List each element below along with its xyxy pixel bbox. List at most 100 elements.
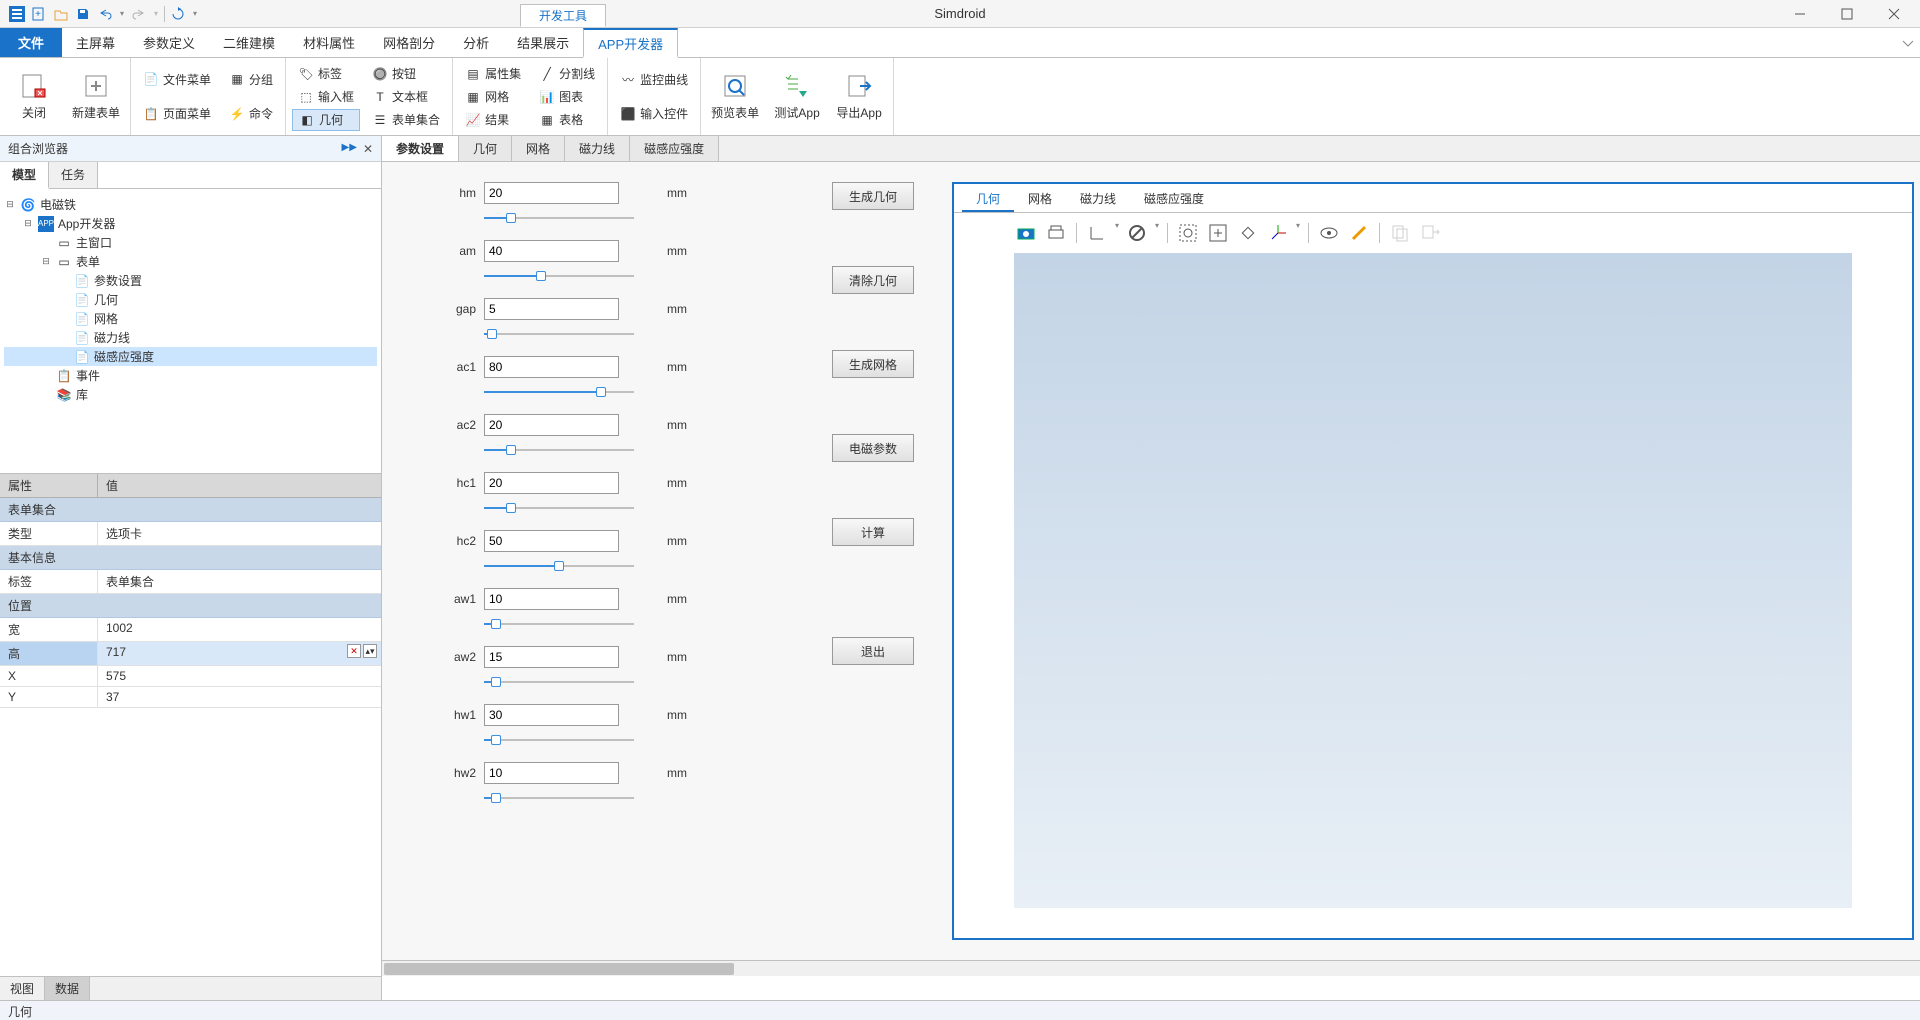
- grid-button[interactable]: ▦网格: [459, 86, 527, 108]
- param-slider-hc2[interactable]: [484, 558, 634, 574]
- textbox-button[interactable]: T文本框: [366, 86, 446, 108]
- param-input-hw2[interactable]: [484, 762, 619, 784]
- compute-button[interactable]: 计算: [832, 518, 914, 546]
- page-menu-button[interactable]: 📋页面菜单: [137, 103, 217, 125]
- rotate-icon[interactable]: [1236, 221, 1260, 245]
- menu-mesh[interactable]: 网格剖分: [369, 28, 449, 57]
- param-input-aw1[interactable]: [484, 588, 619, 610]
- file-menu-button[interactable]: 📄文件菜单: [137, 68, 217, 90]
- ribbon-collapse-icon[interactable]: [1896, 28, 1920, 57]
- doctab-bfield[interactable]: 磁感应强度: [630, 136, 719, 161]
- param-slider-hw2[interactable]: [484, 790, 634, 806]
- save-icon[interactable]: [74, 5, 92, 23]
- fit-icon[interactable]: [1206, 221, 1230, 245]
- propset-button[interactable]: ▤属性集: [459, 63, 527, 85]
- paste-icon[interactable]: [1418, 221, 1442, 245]
- cmd-button[interactable]: ⚡命令: [223, 103, 279, 125]
- tab-model[interactable]: 模型: [0, 162, 49, 189]
- pv-tab-bfield[interactable]: 磁感应强度: [1130, 187, 1218, 212]
- menu-paramdef[interactable]: 参数定义: [129, 28, 209, 57]
- monitor-curve-button[interactable]: 〰监控曲线: [614, 68, 694, 90]
- menu-results[interactable]: 结果展示: [503, 28, 583, 57]
- undo-icon[interactable]: [96, 5, 114, 23]
- splitline-button[interactable]: ╱分割线: [533, 63, 601, 85]
- coord-icon[interactable]: [1266, 221, 1290, 245]
- preview-canvas[interactable]: [1014, 253, 1852, 908]
- stepper-icon[interactable]: ▴▾: [363, 644, 377, 658]
- tree-forms[interactable]: ⊟▭表单: [4, 252, 377, 271]
- doctab-mesh[interactable]: 网格: [512, 136, 565, 161]
- tree-form-mesh[interactable]: 📄网格: [4, 309, 377, 328]
- param-input-am[interactable]: [484, 240, 619, 262]
- pencil-icon[interactable]: [1347, 221, 1371, 245]
- export-app-button[interactable]: 导出App: [831, 62, 887, 131]
- dropdown-icon[interactable]: ▾: [1296, 221, 1300, 245]
- tree-form-params[interactable]: 📄参数设置: [4, 271, 377, 290]
- redo-dropdown-icon[interactable]: ▾: [152, 5, 160, 23]
- new-icon[interactable]: +: [30, 5, 48, 23]
- chart-button[interactable]: 📊图表: [533, 86, 601, 108]
- dev-tools-tab[interactable]: 开发工具: [520, 4, 606, 27]
- prop-height[interactable]: 高717✕▴▾: [0, 642, 381, 666]
- param-slider-hc1[interactable]: [484, 500, 634, 516]
- maximize-button[interactable]: [1824, 2, 1869, 26]
- tree-library[interactable]: 📚库: [4, 385, 377, 404]
- tree-root[interactable]: ⊟🌀电磁铁: [4, 195, 377, 214]
- tab-tasks[interactable]: 任务: [49, 162, 98, 188]
- doctab-geom[interactable]: 几何: [459, 136, 512, 161]
- btab-view[interactable]: 视图: [0, 977, 45, 1000]
- param-input-ac1[interactable]: [484, 356, 619, 378]
- new-form-button[interactable]: 新建表单: [68, 62, 124, 131]
- prop-label[interactable]: 标签表单集合: [0, 570, 381, 594]
- preview-form-button[interactable]: 预览表单: [707, 62, 763, 131]
- print-icon[interactable]: [1044, 221, 1068, 245]
- doctab-flux[interactable]: 磁力线: [565, 136, 630, 161]
- tree-appdev[interactable]: ⊟APPApp开发器: [4, 214, 377, 233]
- noentry-icon[interactable]: [1125, 221, 1149, 245]
- clear-geom-button[interactable]: 清除几何: [832, 266, 914, 294]
- close-button[interactable]: 关闭: [6, 62, 62, 131]
- menu-material[interactable]: 材料属性: [289, 28, 369, 57]
- param-input-hw1[interactable]: [484, 704, 619, 726]
- menu-2dmodel[interactable]: 二维建模: [209, 28, 289, 57]
- clear-icon[interactable]: ✕: [347, 644, 361, 658]
- close-button[interactable]: [1871, 2, 1916, 26]
- copy-icon[interactable]: [1388, 221, 1412, 245]
- refresh-icon[interactable]: [169, 5, 187, 23]
- menu-mainscreen[interactable]: 主屏幕: [62, 28, 129, 57]
- group-button[interactable]: ▦分组: [223, 68, 279, 90]
- redo-icon[interactable]: [130, 5, 148, 23]
- param-slider-aw2[interactable]: [484, 674, 634, 690]
- table-button[interactable]: ▦表格: [533, 109, 601, 131]
- refresh-dropdown-icon[interactable]: ▾: [191, 5, 199, 23]
- camera-icon[interactable]: [1014, 221, 1038, 245]
- pv-tab-mesh[interactable]: 网格: [1014, 187, 1066, 212]
- param-slider-gap[interactable]: [484, 326, 634, 342]
- minimize-button[interactable]: [1777, 2, 1822, 26]
- gen-mesh-button[interactable]: 生成网格: [832, 350, 914, 378]
- input-ctrl-button[interactable]: ⬛输入控件: [614, 103, 694, 125]
- axis-icon[interactable]: [1085, 221, 1109, 245]
- exit-button[interactable]: 退出: [832, 637, 914, 665]
- zoom-window-icon[interactable]: [1176, 221, 1200, 245]
- result-button[interactable]: 📈结果: [459, 109, 527, 131]
- tree-view[interactable]: ⊟🌀电磁铁 ⊟APPApp开发器 ▭主窗口 ⊟▭表单 📄参数设置 📄几何 📄网格…: [0, 189, 381, 474]
- undo-dropdown-icon[interactable]: ▾: [118, 5, 126, 23]
- param-slider-aw1[interactable]: [484, 616, 634, 632]
- param-slider-hm[interactable]: [484, 210, 634, 226]
- file-menu[interactable]: 文件: [0, 28, 62, 57]
- test-app-button[interactable]: 测试App: [769, 62, 825, 131]
- em-params-button[interactable]: 电磁参数: [832, 434, 914, 462]
- prop-x[interactable]: X575: [0, 666, 381, 687]
- dropdown-icon[interactable]: ▾: [1115, 221, 1119, 245]
- menu-appdev[interactable]: APP开发器: [583, 28, 678, 58]
- eye-icon[interactable]: [1317, 221, 1341, 245]
- dropdown-icon[interactable]: ▾: [1155, 221, 1159, 245]
- btab-data[interactable]: 数据: [45, 977, 90, 1000]
- prop-y[interactable]: Y37: [0, 687, 381, 708]
- panel-collapse-icon[interactable]: ▶▶: [342, 142, 357, 156]
- button-button[interactable]: 🔘按钮: [366, 63, 446, 85]
- param-input-aw2[interactable]: [484, 646, 619, 668]
- geom-button[interactable]: ◧几何: [292, 109, 360, 131]
- tree-events[interactable]: 📋事件: [4, 366, 377, 385]
